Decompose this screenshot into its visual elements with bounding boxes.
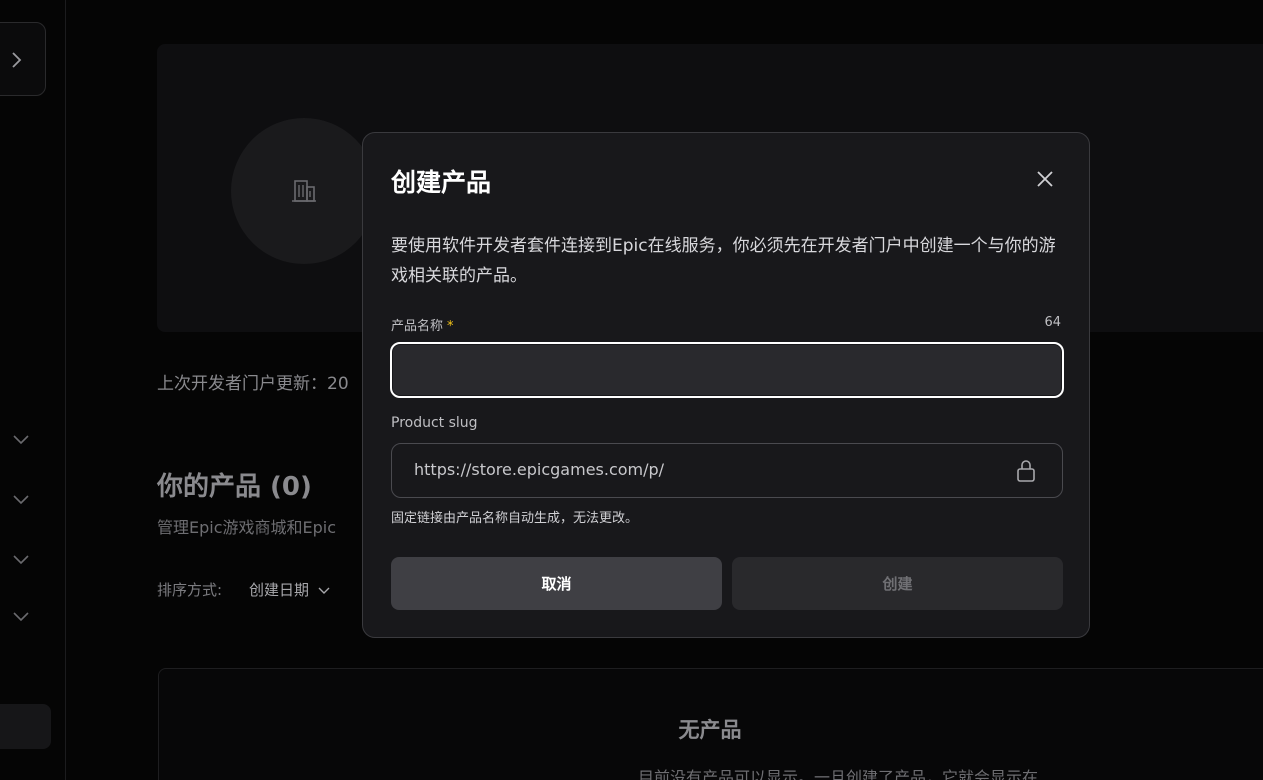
create-product-dialog: 创建产品 要使用软件开发者套件连接到Epic在线服务，你必须先在开发者门户中创建… xyxy=(362,132,1090,638)
chevron-down-icon[interactable] xyxy=(12,494,30,506)
last-updated-text: 上次开发者门户更新：20 xyxy=(157,374,349,394)
sidebar xyxy=(0,0,66,780)
chevron-down-icon xyxy=(318,587,330,594)
required-mark: * xyxy=(447,319,454,334)
sidebar-expand-button[interactable] xyxy=(0,22,46,96)
building-icon xyxy=(292,180,316,202)
sort-label: 排序方式: xyxy=(157,581,223,599)
chevron-right-icon xyxy=(12,52,22,68)
lock-icon xyxy=(1017,460,1035,482)
product-slug-value: https://store.epicgames.com/p/ xyxy=(414,460,665,479)
product-slug-help: 固定链接由产品名称自动生成，无法更改。 xyxy=(391,511,639,526)
sort-dropdown-value: 创建日期 xyxy=(249,581,310,599)
sort-dropdown[interactable]: 创建日期 xyxy=(249,579,330,600)
close-icon xyxy=(1037,171,1053,187)
product-name-input[interactable] xyxy=(390,342,1064,398)
organization-avatar xyxy=(231,118,377,264)
product-name-label-text: 产品名称 xyxy=(391,319,444,334)
character-limit: 64 xyxy=(1044,315,1061,330)
cancel-button[interactable]: 取消 xyxy=(391,557,722,610)
products-title: 你的产品 (0) xyxy=(157,472,312,502)
chevron-down-icon[interactable] xyxy=(12,554,30,566)
empty-title: 无产品 xyxy=(0,714,1263,744)
product-name-label: 产品名称 * xyxy=(391,315,454,334)
product-slug-label: Product slug xyxy=(391,415,478,431)
chevron-down-icon[interactable] xyxy=(12,611,30,623)
products-subtitle: 管理Epic游戏商城和Epic xyxy=(157,518,337,537)
create-button[interactable]: 创建 xyxy=(732,557,1063,610)
product-slug-field: https://store.epicgames.com/p/ xyxy=(391,443,1063,498)
dialog-title: 创建产品 xyxy=(391,168,492,197)
dialog-description: 要使用软件开发者套件连接到Epic在线服务，你必须先在开发者门户中创建一个与你的… xyxy=(391,236,1056,286)
empty-description: 目前没有产品可以显示。一旦创建了产品，它就会显示在 xyxy=(638,768,1039,780)
close-button[interactable] xyxy=(1031,165,1059,193)
chevron-down-icon[interactable] xyxy=(12,434,30,446)
page: 上次开发者门户更新：20 你的产品 (0) 管理Epic游戏商城和Epic 排序… xyxy=(0,0,1263,780)
empty-title-text: 无产品 xyxy=(678,718,742,742)
